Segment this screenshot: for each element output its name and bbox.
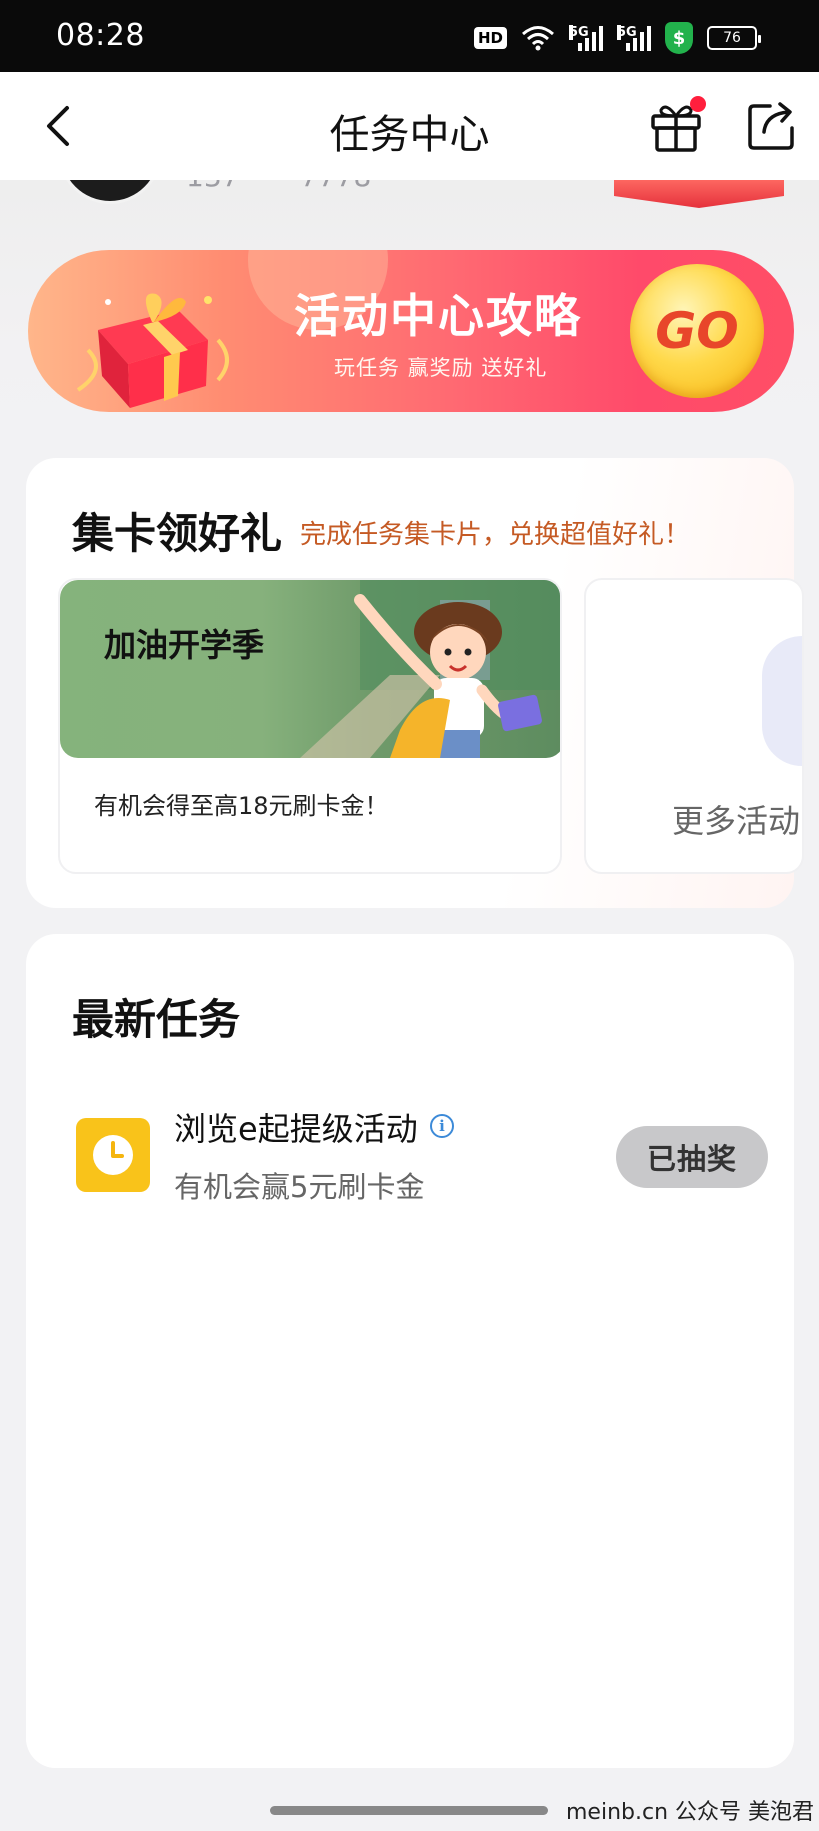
gift-button[interactable] [648,96,706,154]
banner-title: 活动中心攻略 [294,289,582,343]
latest-tasks-section: 最新任务 浏览e起提级活动 i 有机会赢5元刷卡金 已抽奖 [26,934,794,1768]
battery-level: 76 [723,30,741,46]
watermark: meinb.cn 公众号 美泡君 [566,1800,815,1825]
wifi-icon [522,26,554,51]
notification-dot [690,96,706,112]
more-activities-label: 更多活动 [672,802,801,840]
network-label: 5G [617,25,637,40]
task-name: 浏览e起提级活动 [174,1110,418,1148]
section-title: 集卡领好礼 [72,509,283,558]
task-icon-tile [76,1118,150,1192]
home-indicator[interactable] [270,1806,548,1815]
share-icon [748,102,794,150]
signal-icon-1: 5G [569,25,603,51]
more-activities-image [762,636,802,766]
signal-icon-2: 5G [617,25,651,51]
status-time: 08:28 [56,18,145,53]
clock-icon [93,1135,133,1175]
task-description: 有机会赢5元刷卡金 [174,1170,425,1204]
banner-subtitle: 玩任务 赢奖励 送好礼 [334,356,548,380]
gift-box-illustration [76,293,229,408]
status-bar: 08:28 HD 5G 5G $ 76 [0,0,819,72]
activity-banner-image: 加油开学季 [60,580,560,758]
info-icon[interactable]: i [430,1114,454,1138]
section-subtitle: 完成任务集卡片，兑换超值好礼！ [300,520,691,550]
task-row: 浏览e起提级活动 i 有机会赢5元刷卡金 已抽奖 [54,1068,794,1218]
activity-illustration [300,580,560,758]
share-button[interactable] [744,98,800,154]
more-activities-card[interactable]: 更多活动 [584,578,804,874]
nav-bar: 任务中心 [0,72,819,180]
section-title: 最新任务 [72,995,241,1044]
activity-guide-banner[interactable]: 活动中心攻略 玩任务 赢奖励 送好礼 GO [28,250,794,412]
battery-icon: 76 [707,26,761,50]
activity-title: 加油开学季 [104,626,265,664]
activity-card[interactable]: 加油开学季 有机会得至高18元刷卡金！ [58,578,562,874]
hd-icon: HD [473,27,507,49]
collect-cards-section: 集卡领好礼 完成任务集卡片，兑换超值好礼！ 加油开学季 有机会得至高18元刷卡金… [26,458,804,908]
network-label: 5G [569,25,589,40]
security-shield-icon: $ [665,22,693,54]
task-status-button[interactable]: 已抽奖 [616,1126,768,1188]
go-button[interactable]: GO [630,264,764,398]
activity-description: 有机会得至高18元刷卡金！ [94,792,389,820]
